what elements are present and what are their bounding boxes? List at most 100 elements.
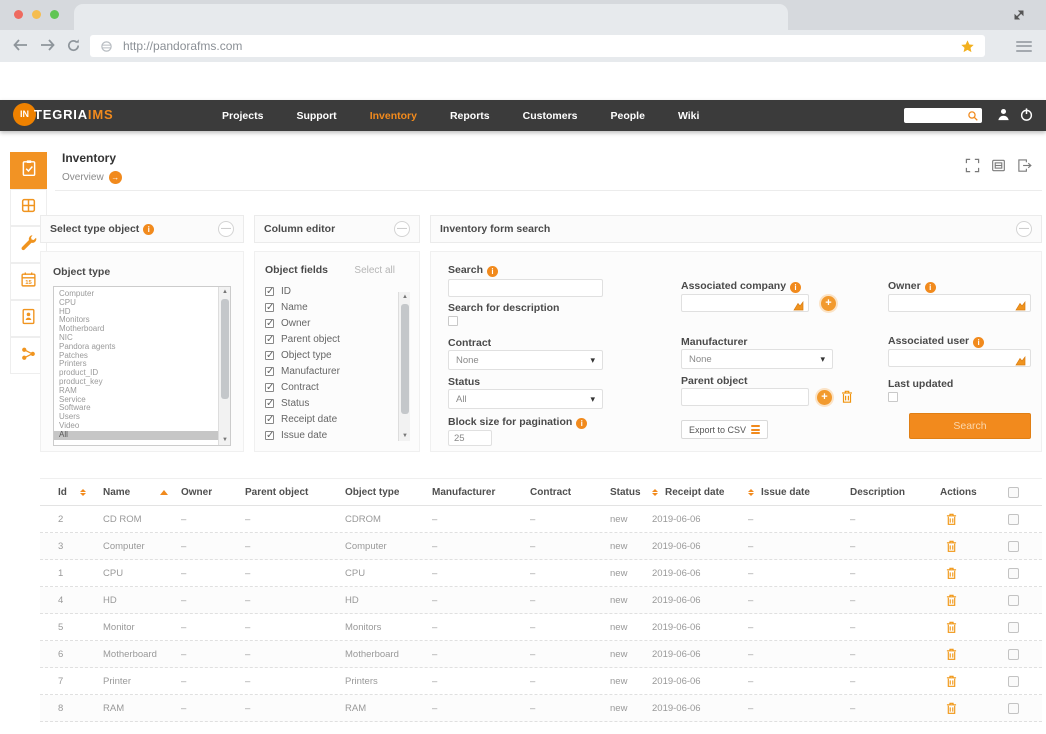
- url-bar[interactable]: http://pandorafms.com: [90, 35, 985, 57]
- integria-logo[interactable]: IN TEGRIAIMS: [13, 103, 113, 126]
- column-header-id[interactable]: Id: [40, 487, 95, 498]
- lookup-icon[interactable]: [793, 298, 805, 316]
- fields-scrollbar[interactable]: ▲ ▼: [398, 292, 410, 441]
- search-input[interactable]: [448, 279, 603, 297]
- delete-row-trash-icon[interactable]: [946, 540, 957, 553]
- collapse-button[interactable]: —: [218, 221, 234, 237]
- select-all-checkbox[interactable]: [1008, 487, 1019, 498]
- browser-tab[interactable]: [74, 4, 788, 30]
- owner-input[interactable]: [888, 294, 1031, 312]
- sort-asc-icon[interactable]: [160, 490, 168, 495]
- object-type-listbox[interactable]: ComputerCPUHDMonitorsMotherboardNICPando…: [53, 286, 231, 446]
- field-row-receipt-date[interactable]: ✓Receipt date: [265, 411, 395, 427]
- clear-parent-trash-icon[interactable]: [841, 390, 853, 404]
- minimize-window-button[interactable]: [32, 10, 41, 19]
- field-checkbox[interactable]: ✓: [265, 399, 274, 408]
- listbox-scrollbar[interactable]: ▲▼: [218, 287, 230, 445]
- column-header-receipt-date[interactable]: Receipt date: [644, 487, 740, 498]
- associated-company-input[interactable]: [681, 294, 809, 312]
- field-checkbox[interactable]: ✓: [265, 431, 274, 440]
- delete-row-trash-icon[interactable]: [946, 675, 957, 688]
- column-header-name[interactable]: Name: [95, 487, 173, 498]
- delete-row-trash-icon[interactable]: [946, 648, 957, 661]
- nav-item-reports[interactable]: Reports: [450, 110, 490, 122]
- bookmark-star-icon[interactable]: [960, 39, 975, 54]
- column-header-checkbox[interactable]: [1000, 487, 1042, 498]
- object-type-option[interactable]: CPU: [59, 299, 216, 308]
- object-type-option[interactable]: Computer: [59, 290, 216, 299]
- maximize-window-button[interactable]: [50, 10, 59, 19]
- field-checkbox[interactable]: ✓: [265, 383, 274, 392]
- contract-select[interactable]: None: [448, 350, 603, 370]
- sort-icon[interactable]: [652, 489, 658, 496]
- export-icon[interactable]: [1017, 158, 1032, 178]
- field-row-object-type[interactable]: ✓Object type: [265, 347, 395, 363]
- field-checkbox[interactable]: ✓: [265, 287, 274, 296]
- export-csv-button[interactable]: Export to CSV: [681, 420, 768, 439]
- object-type-option[interactable]: Software: [59, 404, 216, 413]
- window-expand-icon[interactable]: [1012, 8, 1026, 27]
- delete-row-trash-icon[interactable]: [946, 594, 957, 607]
- forward-arrow-icon[interactable]: [40, 38, 56, 56]
- last-updated-checkbox[interactable]: [888, 392, 898, 402]
- nav-item-support[interactable]: Support: [296, 110, 336, 122]
- delete-row-trash-icon[interactable]: [946, 567, 957, 580]
- breadcrumb-arrow-icon[interactable]: →: [109, 171, 122, 184]
- delete-row-trash-icon[interactable]: [946, 621, 957, 634]
- logout-power-icon[interactable]: [1019, 107, 1034, 127]
- manufacturer-select[interactable]: None: [681, 349, 833, 369]
- field-checkbox[interactable]: ✓: [265, 351, 274, 360]
- sort-icon[interactable]: [80, 489, 86, 496]
- browser-menu-icon[interactable]: [1016, 38, 1032, 54]
- row-checkbox[interactable]: [1008, 676, 1019, 687]
- row-checkbox[interactable]: [1008, 622, 1019, 633]
- object-type-option[interactable]: product_key: [59, 378, 216, 387]
- fullscreen-icon[interactable]: [965, 158, 980, 178]
- report-icon[interactable]: [991, 158, 1006, 178]
- field-row-issue-date[interactable]: ✓Issue date: [265, 427, 395, 443]
- search-submit-button[interactable]: Search: [909, 413, 1031, 439]
- user-icon[interactable]: [996, 107, 1011, 127]
- info-icon[interactable]: i: [487, 266, 498, 277]
- field-row-manufacturer[interactable]: ✓Manufacturer: [265, 363, 395, 379]
- nav-item-customers[interactable]: Customers: [523, 110, 578, 122]
- search-description-checkbox[interactable]: [448, 316, 458, 326]
- info-icon[interactable]: i: [576, 418, 587, 429]
- delete-row-trash-icon[interactable]: [946, 513, 957, 526]
- row-checkbox[interactable]: [1008, 649, 1019, 660]
- field-row-contract[interactable]: ✓Contract: [265, 379, 395, 395]
- column-header-issue-date[interactable]: Issue date: [740, 487, 842, 498]
- url-text[interactable]: http://pandorafms.com: [123, 39, 960, 53]
- field-checkbox[interactable]: ✓: [265, 303, 274, 312]
- nav-item-people[interactable]: People: [611, 110, 645, 122]
- row-checkbox[interactable]: [1008, 703, 1019, 714]
- row-checkbox[interactable]: [1008, 568, 1019, 579]
- field-checkbox[interactable]: ✓: [265, 319, 274, 328]
- nav-item-inventory[interactable]: Inventory: [370, 110, 417, 122]
- back-arrow-icon[interactable]: [12, 38, 28, 56]
- delete-row-trash-icon[interactable]: [946, 702, 957, 715]
- row-checkbox[interactable]: [1008, 541, 1019, 552]
- search-icon[interactable]: [967, 110, 979, 122]
- info-icon[interactable]: i: [143, 224, 154, 235]
- info-icon[interactable]: i: [925, 282, 936, 293]
- field-row-name[interactable]: ✓Name: [265, 299, 395, 315]
- nav-item-projects[interactable]: Projects: [222, 110, 263, 122]
- object-type-option[interactable]: Video: [59, 422, 216, 431]
- field-checkbox[interactable]: ✓: [265, 367, 274, 376]
- add-company-button[interactable]: +: [821, 296, 836, 311]
- field-checkbox[interactable]: ✓: [265, 335, 274, 344]
- parent-object-input[interactable]: [681, 388, 809, 406]
- field-checkbox[interactable]: ✓: [265, 415, 274, 424]
- sidebar-item-inventory[interactable]: [10, 152, 47, 189]
- object-type-option[interactable]: Motherboard: [59, 325, 216, 334]
- info-icon[interactable]: i: [973, 337, 984, 348]
- field-row-status[interactable]: ✓Status: [265, 395, 395, 411]
- associated-user-input[interactable]: [888, 349, 1031, 367]
- sort-icon[interactable]: [748, 489, 754, 496]
- row-checkbox[interactable]: [1008, 595, 1019, 606]
- object-type-option[interactable]: Users: [59, 413, 216, 422]
- lookup-icon[interactable]: [1015, 353, 1027, 371]
- object-type-option[interactable]: All: [54, 431, 230, 440]
- collapse-button[interactable]: —: [394, 221, 410, 237]
